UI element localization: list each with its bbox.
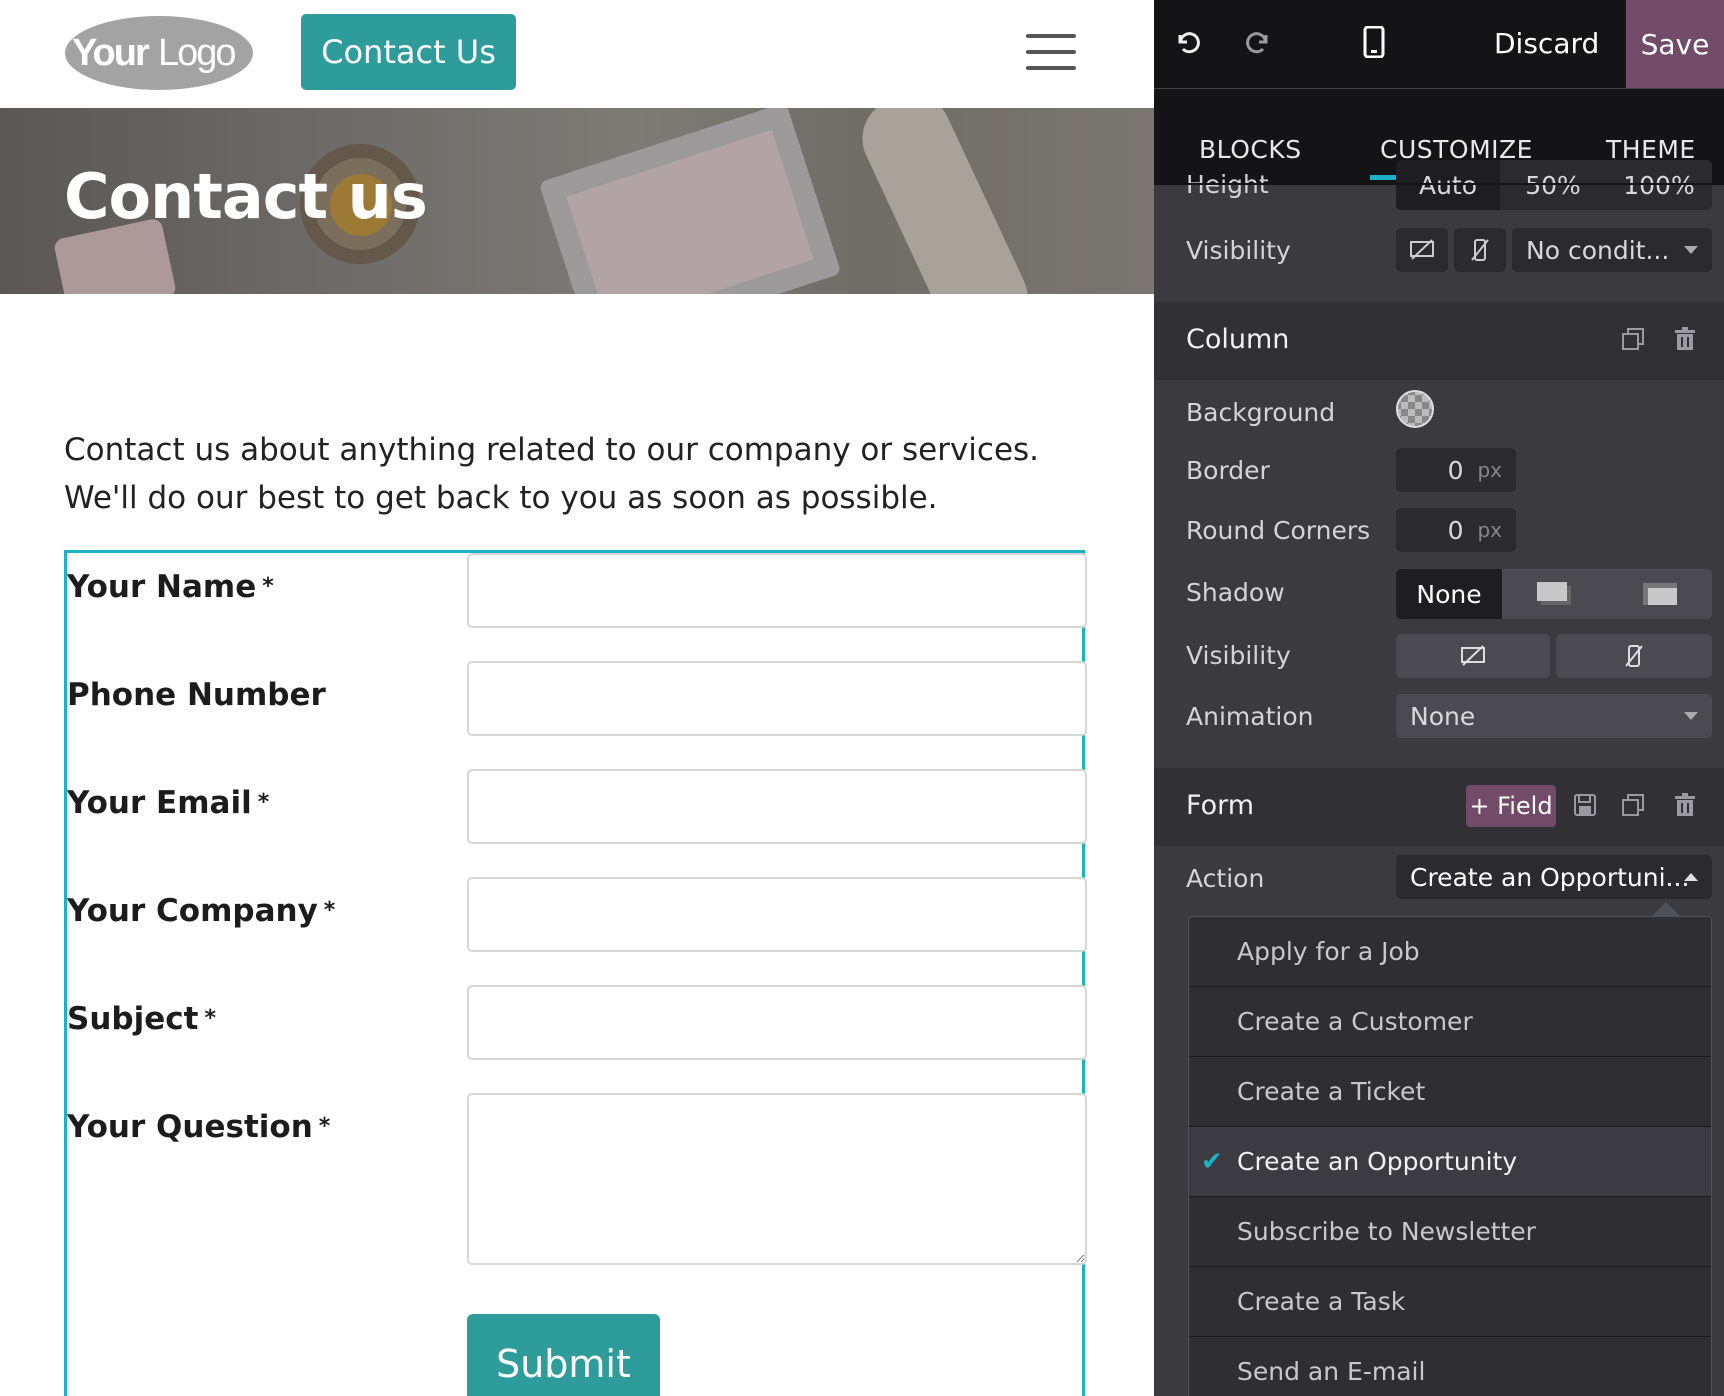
dropdown-option[interactable]: Create a Task (1189, 1267, 1711, 1337)
menu-icon[interactable] (1026, 32, 1076, 72)
shadow-label: Shadow (1186, 578, 1285, 607)
intro-text: Contact us about anything related to our… (64, 426, 1064, 522)
editor-panel: Discard Save BLOCKS CUSTOMIZE THEME Heig… (1154, 0, 1724, 1396)
tab-blocks[interactable]: BLOCKS (1199, 135, 1302, 164)
column-section-header: Column (1154, 302, 1724, 380)
page-title: Contact us (64, 160, 428, 233)
column-hide-mobile-icon[interactable] (1556, 634, 1712, 678)
action-dropdown-menu: Apply for a Job Create a Customer Create… (1188, 916, 1712, 1396)
svg-text:Your: Your (72, 32, 150, 74)
email-input[interactable] (467, 769, 1087, 844)
dropdown-option[interactable]: Subscribe to Newsletter (1189, 1197, 1711, 1267)
round-corners-value: 0 (1447, 515, 1464, 545)
dropdown-option[interactable]: Apply for a Job (1189, 917, 1711, 987)
submit-button[interactable]: Submit (467, 1314, 660, 1396)
undo-icon[interactable] (1168, 22, 1208, 62)
visibility-label: Visibility (1186, 236, 1291, 265)
height-option[interactable]: 50% (1500, 160, 1606, 210)
shadow-none-option[interactable]: None (1396, 569, 1502, 619)
background-color-picker[interactable] (1396, 390, 1434, 428)
chevron-up-icon (1684, 873, 1698, 881)
duplicate-icon[interactable] (1616, 322, 1650, 356)
animation-label: Animation (1186, 702, 1314, 731)
check-icon: ✔ (1201, 1147, 1223, 1177)
chevron-down-icon (1684, 246, 1698, 254)
field-label: Your Question * (67, 1109, 331, 1145)
action-value: Create an Opportuni... (1410, 862, 1690, 892)
save-form-icon[interactable] (1568, 788, 1602, 822)
logo[interactable]: Your Logo (64, 13, 254, 91)
border-label: Border (1186, 456, 1270, 485)
column-hide-desktop-icon[interactable] (1396, 634, 1550, 678)
field-label: Subject * (67, 1001, 216, 1037)
contact-us-button[interactable]: Contact Us (301, 14, 516, 90)
visibility-condition-value: No condit... (1526, 235, 1670, 265)
action-select[interactable]: Create an Opportuni... (1396, 855, 1712, 899)
svg-text:Logo: Logo (158, 32, 235, 74)
height-option[interactable]: 100% (1606, 160, 1712, 210)
contact-form[interactable]: Your Name * Phone Number Your Email * Your… (64, 550, 1087, 1396)
dropdown-pointer (1652, 902, 1680, 916)
column-section-title: Column (1186, 324, 1290, 355)
round-corners-input[interactable]: 0 px (1396, 508, 1516, 552)
hide-mobile-icon[interactable] (1454, 228, 1506, 272)
dropdown-option[interactable]: Create a Ticket (1189, 1057, 1711, 1127)
discard-button[interactable]: Discard (1494, 22, 1599, 66)
chevron-down-icon (1684, 712, 1698, 720)
delete-icon[interactable] (1668, 322, 1702, 356)
field-label: Phone Number (67, 677, 326, 713)
name-input[interactable] (467, 553, 1087, 628)
question-textarea[interactable] (467, 1093, 1087, 1265)
animation-select[interactable]: None (1396, 694, 1712, 738)
field-label: Your Company * (67, 893, 336, 929)
hide-desktop-icon[interactable] (1396, 228, 1448, 272)
redo-icon[interactable] (1238, 22, 1278, 62)
action-label: Action (1186, 864, 1265, 893)
animation-value: None (1410, 701, 1476, 731)
page-banner[interactable]: Contact us (0, 108, 1154, 294)
form-section-title: Form (1186, 790, 1255, 821)
border-input[interactable]: 0 px (1396, 448, 1516, 492)
website-preview: Your Logo Contact Us Contact us Contact … (0, 0, 1154, 1396)
shadow-outset-icon[interactable] (1502, 569, 1607, 619)
field-label: Your Name * (67, 569, 274, 605)
border-unit: px (1477, 458, 1502, 482)
dropdown-option[interactable]: Send an E-mail (1189, 1337, 1711, 1396)
editor-topbar: Discard Save (1154, 0, 1724, 89)
intro-line: Contact us about anything related to our… (64, 432, 1040, 468)
mobile-preview-icon[interactable] (1354, 22, 1394, 62)
delete-icon[interactable] (1668, 788, 1702, 822)
company-input[interactable] (467, 877, 1087, 952)
field-label: Your Email * (67, 785, 270, 821)
shadow-options: None (1396, 569, 1712, 619)
column-visibility-label: Visibility (1186, 641, 1291, 670)
border-value: 0 (1447, 455, 1464, 485)
round-corners-label: Round Corners (1186, 516, 1371, 545)
intro-line: We'll do our best to get back to you as … (64, 480, 938, 516)
form-section-header: Form + Field (1154, 768, 1724, 846)
visibility-condition-select[interactable]: No condit... (1512, 228, 1712, 272)
dropdown-option-selected[interactable]: ✔ Create an Opportunity (1189, 1127, 1711, 1197)
background-label: Background (1186, 398, 1336, 427)
save-button[interactable]: Save (1626, 0, 1724, 88)
shadow-inset-icon[interactable] (1607, 569, 1712, 619)
add-field-button[interactable]: + Field (1466, 785, 1556, 827)
height-option[interactable]: Auto (1396, 160, 1500, 210)
subject-input[interactable] (467, 985, 1087, 1060)
height-options: Auto 50% 100% (1396, 160, 1712, 210)
round-corners-unit: px (1477, 518, 1502, 542)
site-header: Your Logo Contact Us (0, 0, 1154, 108)
phone-input[interactable] (467, 661, 1087, 736)
dropdown-option[interactable]: Create a Customer (1189, 987, 1711, 1057)
duplicate-icon[interactable] (1616, 788, 1650, 822)
